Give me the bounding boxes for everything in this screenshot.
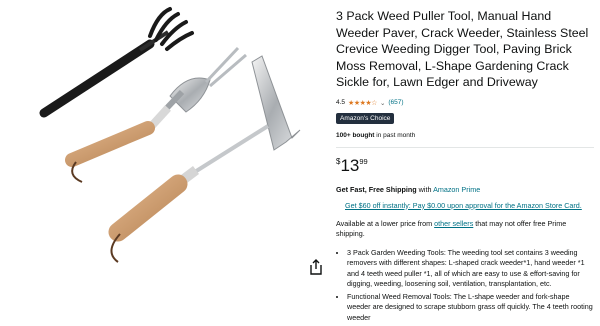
share-icon[interactable] xyxy=(308,258,324,276)
product-image[interactable] xyxy=(0,0,325,280)
bought-in-past-month: 100+ bought in past month xyxy=(336,132,594,139)
amazons-choice-badge: Amazon's Choice xyxy=(336,112,395,124)
shipping-info: Get Fast, Free Shipping with Amazon Prim… xyxy=(336,185,594,194)
bought-count: 100+ bought xyxy=(336,131,375,139)
divider xyxy=(336,146,594,148)
avail-text-before: Available at a lower price from xyxy=(336,218,435,228)
availability-note: Available at a lower price from other se… xyxy=(336,219,594,239)
bought-period: in past month xyxy=(374,131,416,139)
shipping-strong: Get Fast, Free Shipping xyxy=(336,184,417,194)
price-fraction: 99 xyxy=(359,156,368,166)
amazon-prime-link[interactable]: Amazon Prime xyxy=(433,185,480,194)
chevron-down-icon[interactable]: ⌄ xyxy=(380,99,385,107)
star-rating-icon[interactable]: ★★★★☆ xyxy=(348,99,377,107)
feature-bullet: Functional Weed Removal Tools: The L-sha… xyxy=(347,292,594,324)
feature-bullets: 3 Pack Garden Weeding Tools: The weeding… xyxy=(336,248,594,324)
other-sellers-link[interactable]: other sellers xyxy=(434,219,473,228)
price: $ 13 99 xyxy=(336,156,594,175)
four-teeth-weed-puller-illustration xyxy=(39,7,194,118)
price-whole: 13 xyxy=(340,155,360,175)
rating-value: 4.5 xyxy=(336,99,346,106)
product-image-pane[interactable] xyxy=(0,0,325,280)
product-details: 3 Pack Weed Puller Tool, Manual Hand Wee… xyxy=(336,8,594,326)
fork-hand-weeder-illustration xyxy=(65,46,247,183)
feature-bullet: 3 Pack Garden Weeding Tools: The weeding… xyxy=(347,248,594,290)
product-title: 3 Pack Weed Puller Tool, Manual Hand Wee… xyxy=(336,9,589,89)
rating-count-link[interactable]: (657) xyxy=(388,99,403,106)
store-card-offer-link[interactable]: Get $60 off instantly: Pay $0.00 upon ap… xyxy=(345,201,594,210)
shipping-with: with xyxy=(416,184,434,194)
rating-row: 4.5 ★★★★☆ ⌄ (657) xyxy=(336,99,594,107)
